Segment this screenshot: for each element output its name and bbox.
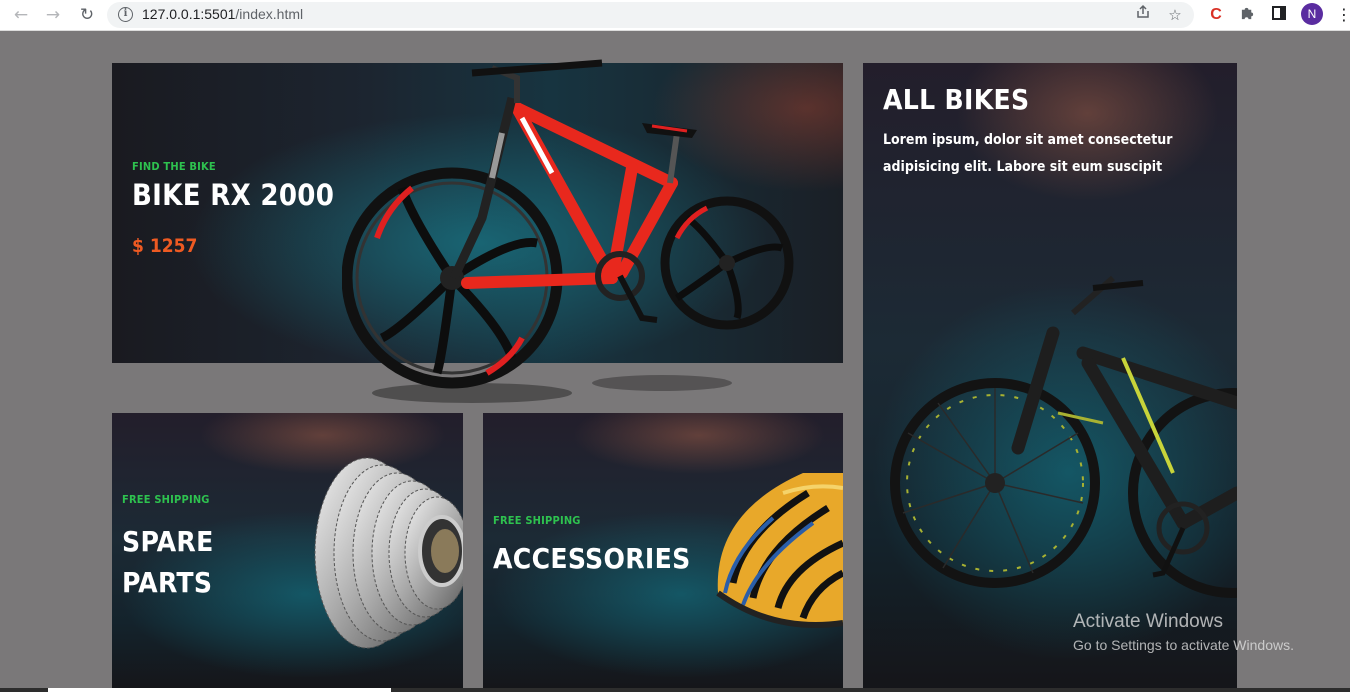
red-bike-image: [342, 59, 794, 403]
reload-icon[interactable]: ↻: [76, 4, 98, 26]
accessories-eyebrow: FREE SHIPPING: [493, 514, 581, 527]
address-bar[interactable]: i 127.0.0.1:5501/index.html ☆: [107, 2, 1194, 28]
watermark-title: Activate Windows: [1073, 611, 1223, 632]
accessories-card[interactable]: FREE SHIPPING ACCESSORIES: [483, 413, 843, 692]
info-icon[interactable]: i: [118, 7, 133, 22]
url-text[interactable]: 127.0.0.1:5501/index.html: [142, 6, 303, 22]
black-bike-image: [890, 275, 1237, 598]
activation-watermark: Activate Windows Go to Settings to activ…: [1073, 611, 1294, 653]
profile-avatar[interactable]: N: [1301, 3, 1323, 25]
hero-card[interactable]: FIND THE BIKE BIKE RX 2000 $ 1257: [112, 59, 843, 403]
hero-price: $ 1257: [132, 235, 198, 257]
back-icon[interactable]: ←: [10, 4, 32, 26]
puzzle-icon[interactable]: [1236, 4, 1258, 26]
hero-title: BIKE RX 2000: [132, 178, 335, 212]
sidepanel-icon[interactable]: [1268, 4, 1290, 26]
hero-eyebrow: FIND THE BIKE: [132, 160, 216, 173]
extension-c-icon[interactable]: C: [1205, 4, 1227, 26]
spare-parts-title: SPARE PARTS: [122, 525, 214, 599]
url-host: 127.0.0.1:5501: [142, 6, 236, 22]
kebab-menu-icon[interactable]: ⋮: [1333, 4, 1350, 26]
bottom-strip: [0, 688, 1350, 692]
accessories-title: ACCESSORIES: [493, 542, 691, 575]
all-bikes-description: Lorem ipsum, dolor sit amet consectetur …: [883, 132, 1173, 175]
all-bikes-title: ALL BIKES: [883, 83, 1030, 116]
star-icon[interactable]: ☆: [1164, 4, 1186, 26]
spare-parts-card[interactable]: FREE SHIPPING SPARE PARTS: [112, 413, 463, 692]
watermark-subtitle: Go to Settings to activate Windows.: [1073, 637, 1294, 653]
cassette-gear-image: [314, 457, 463, 649]
browser-toolbar: ← → ↻ i 127.0.0.1:5501/index.html ☆ C N …: [0, 0, 1350, 31]
all-bikes-card[interactable]: ALL BIKES Lorem ipsum, dolor sit amet co…: [863, 63, 1237, 692]
url-path: /index.html: [235, 6, 304, 22]
scroll-thumb[interactable]: [48, 688, 391, 692]
spare-parts-eyebrow: FREE SHIPPING: [122, 493, 210, 506]
share-icon[interactable]: [1132, 4, 1154, 26]
forward-icon[interactable]: →: [42, 4, 64, 26]
helmet-image: [716, 473, 843, 628]
